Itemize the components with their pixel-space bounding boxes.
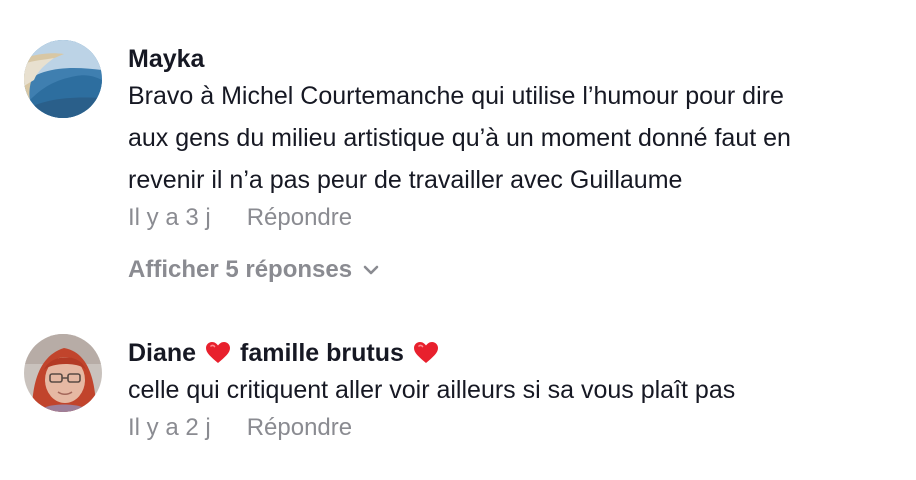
username[interactable]: Diane famille brutus [128,338,906,368]
view-replies-button[interactable]: Afficher 5 réponses [128,255,380,285]
heart-emoji-icon [206,342,231,363]
comment-text-line: aux gens du milieu artistique qu’à un mo… [128,124,791,152]
reply-button[interactable]: Répondre [247,414,352,441]
avatar[interactable] [24,334,102,412]
timestamp: Il y a 3 j [128,204,211,231]
comment-text-line: Bravo à Michel Courtemanche qui utilise … [128,82,784,110]
username-part: famille brutus [240,339,404,367]
avatar[interactable] [24,40,102,118]
heart-emoji-icon [413,342,438,363]
comment-body: Mayka Bravo à Michel Courtemanche qui ut… [128,44,906,285]
timestamp: Il y a 2 j [128,414,211,441]
username-part: Diane [128,339,197,367]
comment-text: Bravo à Michel Courtemanche qui utilise … [128,75,906,201]
view-replies-label: Afficher 5 réponses [128,256,353,283]
comment-text-line: revenir il n’a pas peur de travailler av… [128,166,683,194]
chevron-down-icon [363,265,379,275]
comment-meta: Il y a 2 j Répondre [128,413,906,443]
avatar-image [24,40,102,118]
comment-body: Diane famille brutus celle qui critiquen… [128,338,906,443]
reply-button[interactable]: Répondre [247,204,352,231]
avatar-image [24,334,102,412]
comment-meta: Il y a 3 j Répondre [128,203,906,233]
username[interactable]: Mayka [128,44,906,74]
comment-text: celle qui critiquent aller voir ailleurs… [128,376,736,404]
